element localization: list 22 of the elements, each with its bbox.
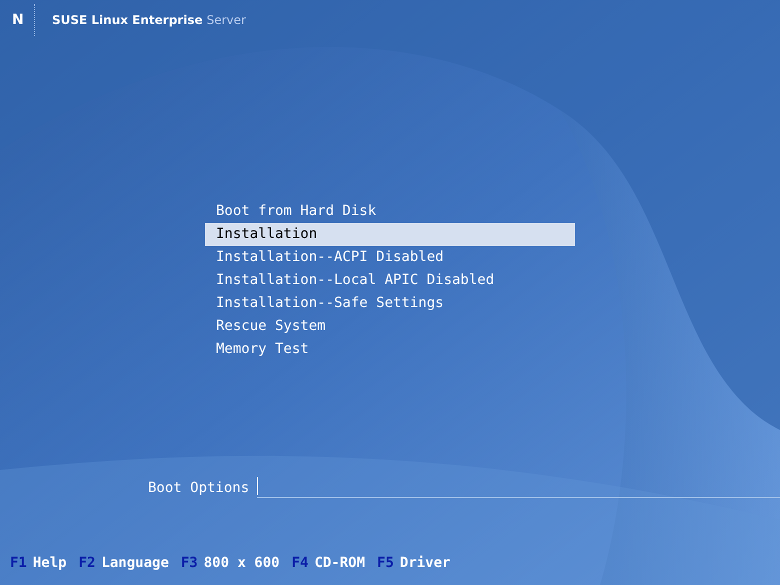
function-key-label: 800 x 600 bbox=[204, 555, 280, 571]
function-key[interactable]: F2 bbox=[78, 555, 96, 571]
function-key-label: Driver bbox=[400, 555, 450, 571]
boot-options-field[interactable] bbox=[257, 477, 780, 498]
function-key[interactable]: F5 bbox=[377, 555, 394, 571]
logo-mark: N bbox=[12, 12, 24, 28]
boot-options-label: Boot Options bbox=[148, 479, 250, 498]
boot-menu-item[interactable]: Installation bbox=[205, 223, 575, 246]
boot-menu-item[interactable]: Installation--ACPI Disabled bbox=[205, 246, 575, 269]
product-edition: Server bbox=[206, 13, 246, 27]
function-key[interactable]: F1 bbox=[10, 555, 27, 571]
function-key[interactable]: F4 bbox=[292, 555, 308, 571]
boot-menu-item[interactable]: Boot from Hard Disk bbox=[205, 200, 575, 223]
function-key-label: CD-ROM bbox=[314, 555, 366, 571]
boot-menu-item[interactable]: Rescue System bbox=[205, 315, 575, 338]
function-key-label: Help bbox=[32, 555, 67, 571]
function-key-label: Language bbox=[101, 555, 169, 571]
function-key[interactable]: F3 bbox=[180, 555, 198, 571]
boot-menu-item[interactable]: Installation--Safe Settings bbox=[205, 292, 575, 315]
product-name: SUSE Linux Enterprise bbox=[52, 13, 203, 27]
boot-menu-item[interactable]: Installation--Local APIC Disabled bbox=[205, 269, 575, 292]
boot-menu-item[interactable]: Memory Test bbox=[205, 338, 575, 361]
